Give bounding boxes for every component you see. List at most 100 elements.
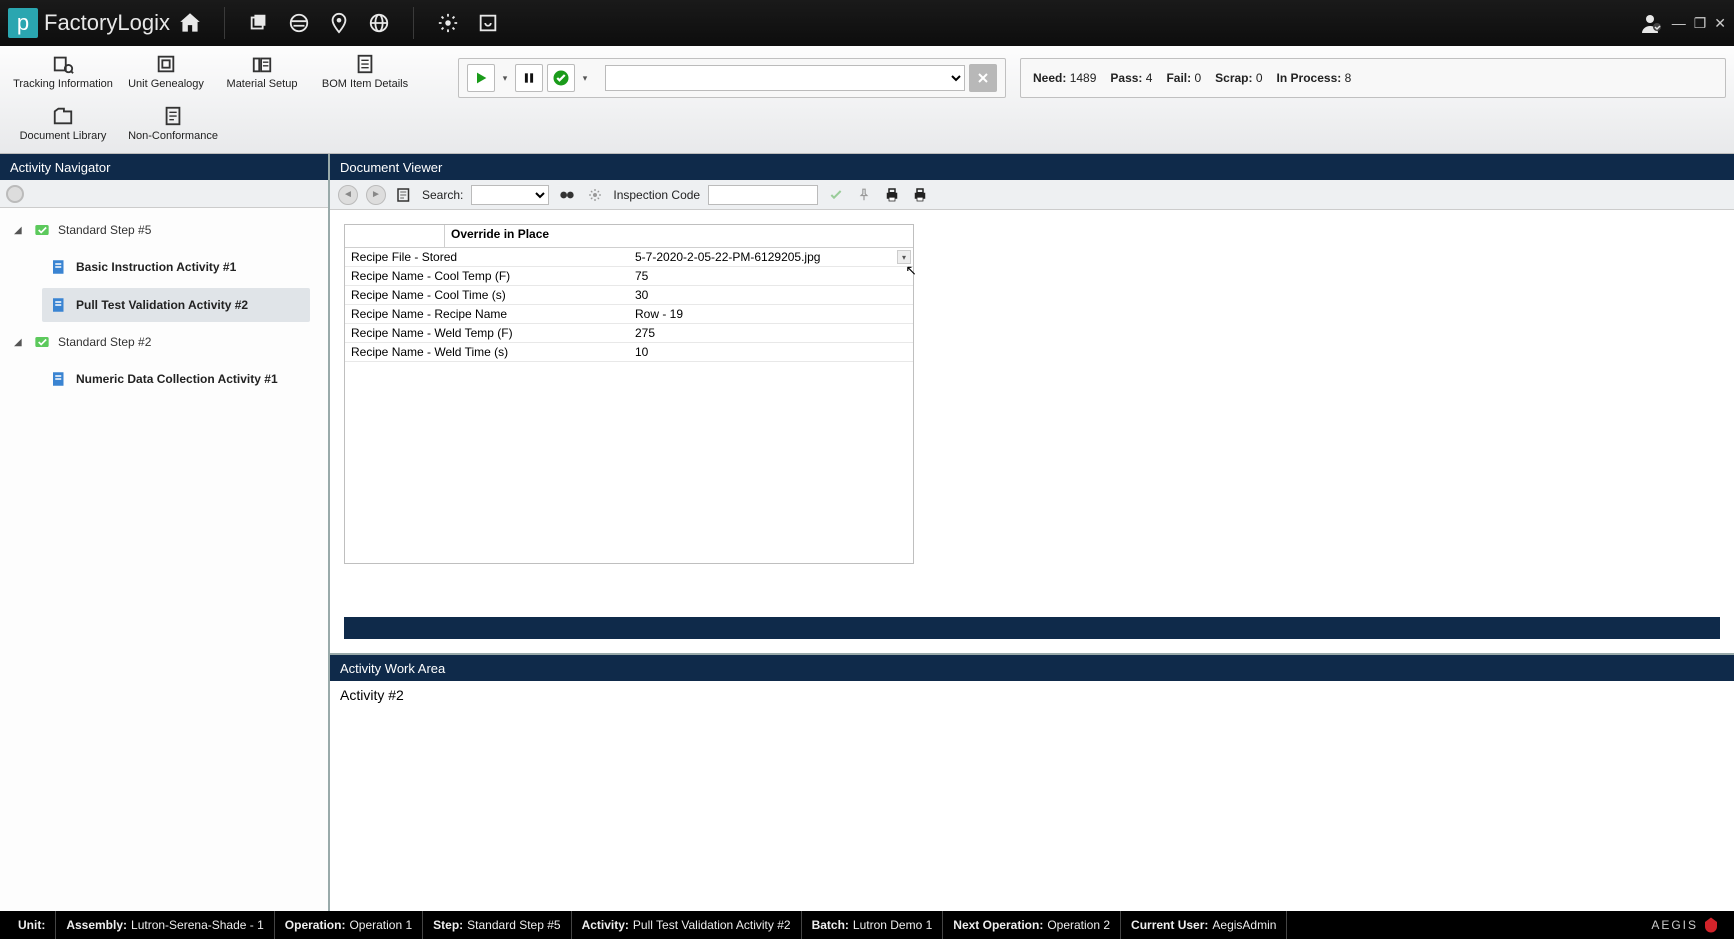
need-label: Need: — [1033, 71, 1066, 85]
head-blank — [345, 225, 445, 247]
navigator-header: Activity Navigator — [0, 154, 328, 180]
tree-activity[interactable]: Numeric Data Collection Activity #1 — [42, 362, 310, 396]
inproc-label: In Process: — [1277, 71, 1342, 85]
separator — [413, 7, 414, 39]
status-label: Assembly: — [66, 918, 127, 932]
complete-button[interactable] — [547, 64, 575, 92]
expander-icon[interactable]: ◢ — [14, 337, 26, 348]
status-value: Lutron-Serena-Shade - 1 — [131, 918, 264, 932]
clear-button[interactable] — [969, 64, 997, 92]
table-row[interactable]: Recipe Name - Recipe Name Row - 19 — [345, 305, 913, 324]
tree-step[interactable]: ◢ Standard Step #2 — [0, 326, 328, 358]
ribbon-label: BOM Item Details — [322, 78, 408, 90]
scrap-value: 0 — [1256, 71, 1263, 85]
accept-icon[interactable] — [826, 185, 846, 205]
status-step: Step: Standard Step #5 — [423, 911, 571, 939]
user-icon[interactable] — [1638, 9, 1666, 37]
non-conformance-button[interactable]: Non-Conformance — [118, 104, 228, 152]
doclib-icon — [51, 104, 75, 128]
activity-tree: ◢ Standard Step #5 Basic Instruction Act… — [0, 208, 328, 911]
table-row[interactable]: Recipe Name - Weld Time (s) 10 — [345, 343, 913, 362]
tree-step[interactable]: ◢ Standard Step #5 — [0, 214, 328, 246]
complete-dropdown[interactable]: ▾ — [579, 73, 591, 84]
ribbon-label: Material Setup — [227, 78, 298, 90]
tree-activity-label: Basic Instruction Activity #1 — [76, 260, 236, 274]
tree-step-label: Standard Step #5 — [58, 223, 151, 237]
globe-outline-icon[interactable] — [285, 9, 313, 37]
nav-back-icon[interactable]: ◄ — [338, 185, 358, 205]
expander-icon[interactable]: ◢ — [14, 225, 26, 236]
tree-step-label: Standard Step #2 — [58, 335, 151, 349]
search-select[interactable] — [471, 185, 549, 205]
aegis-text: AEGIS — [1651, 918, 1698, 932]
step-icon — [32, 220, 52, 240]
nav-forward-icon[interactable]: ► — [366, 185, 386, 205]
pass-value: 4 — [1146, 71, 1153, 85]
play-dropdown[interactable]: ▾ — [499, 73, 511, 84]
tree-activity[interactable]: Pull Test Validation Activity #2 — [42, 288, 310, 322]
status-unit: Unit: — [8, 911, 56, 939]
override-table: Override in Place Recipe File - Stored 5… — [344, 224, 914, 564]
home-icon[interactable] — [176, 9, 204, 37]
inproc-value: 8 — [1345, 71, 1352, 85]
activity-icon — [50, 258, 68, 276]
status-label: Unit: — [18, 918, 45, 932]
activity-icon — [50, 370, 68, 388]
doc-list-icon[interactable] — [394, 185, 414, 205]
fail-label: Fail: — [1166, 71, 1191, 85]
row-val-text: 5-7-2020-2-05-22-PM-6129205.jpg — [635, 250, 820, 264]
material-setup-button[interactable]: Material Setup — [214, 52, 310, 100]
status-value: Operation 2 — [1047, 918, 1110, 932]
status-bar: Unit: Assembly: Lutron-Serena-Shade - 1 O… — [0, 911, 1734, 939]
close-button[interactable]: ✕ — [1714, 15, 1726, 32]
tree-activity[interactable]: Basic Instruction Activity #1 — [42, 250, 310, 284]
bom-details-button[interactable]: BOM Item Details — [310, 52, 420, 100]
status-label: Step: — [433, 918, 463, 932]
step-icon — [32, 332, 52, 352]
status-value: Standard Step #5 — [467, 918, 560, 932]
status-user: Current User:AegisAdmin — [1121, 911, 1287, 939]
search-label: Search: — [422, 188, 463, 202]
table-row[interactable]: Recipe Name - Cool Time (s) 30 — [345, 286, 913, 305]
location-icon[interactable] — [325, 9, 353, 37]
nav-refresh-icon[interactable] — [6, 185, 24, 203]
main: Activity Navigator ◢ Standard Step #5 Ba… — [0, 154, 1734, 911]
binoculars-icon[interactable] — [557, 185, 577, 205]
unit-select[interactable] — [605, 65, 965, 91]
unit-genealogy-button[interactable]: Unit Genealogy — [118, 52, 214, 100]
pin-icon[interactable] — [854, 185, 874, 205]
pass-label: Pass: — [1110, 71, 1142, 85]
status-label: Operation: — [285, 918, 346, 932]
navigator-toolbar — [0, 180, 328, 208]
viewer-toolbar: ◄ ► Search: Inspection Code — [330, 180, 1734, 210]
tracking-info-button[interactable]: Tracking Information — [8, 52, 118, 100]
pause-button[interactable] — [515, 64, 543, 92]
row-val: 5-7-2020-2-05-22-PM-6129205.jpg ▾ ↖ — [629, 248, 913, 266]
minimize-button[interactable]: — — [1672, 15, 1686, 31]
app-logo: p — [8, 8, 38, 38]
status-activity: Activity:Pull Test Validation Activity #… — [572, 911, 802, 939]
tree-activity-label: Pull Test Validation Activity #2 — [76, 298, 248, 312]
table-row[interactable]: Recipe File - Stored 5-7-2020-2-05-22-PM… — [345, 248, 913, 267]
ribbon-group: Tracking Information Unit Genealogy Mate… — [8, 50, 448, 154]
play-button[interactable] — [467, 64, 495, 92]
row-key: Recipe Name - Cool Temp (F) — [345, 267, 629, 285]
maximize-button[interactable]: ❐ — [1694, 15, 1707, 32]
work-title: Activity #2 — [340, 687, 404, 703]
refresh-page-icon[interactable] — [474, 9, 502, 37]
stack-icon[interactable] — [245, 9, 273, 37]
globe-icon[interactable] — [365, 9, 393, 37]
brand-factory: Factory — [44, 10, 117, 36]
print-icon[interactable] — [882, 185, 902, 205]
tracking-icon — [51, 52, 75, 76]
table-row[interactable]: Recipe Name - Cool Temp (F) 75 — [345, 267, 913, 286]
gear-small-icon[interactable] — [585, 185, 605, 205]
table-row[interactable]: Recipe Name - Weld Temp (F) 275 — [345, 324, 913, 343]
print-all-icon[interactable] — [910, 185, 930, 205]
inspection-input[interactable] — [708, 185, 818, 205]
separator — [224, 7, 225, 39]
document-library-button[interactable]: Document Library — [8, 104, 118, 152]
ribbon-label: Unit Genealogy — [128, 78, 204, 90]
nonconf-icon — [161, 104, 185, 128]
gear-icon[interactable] — [434, 9, 462, 37]
